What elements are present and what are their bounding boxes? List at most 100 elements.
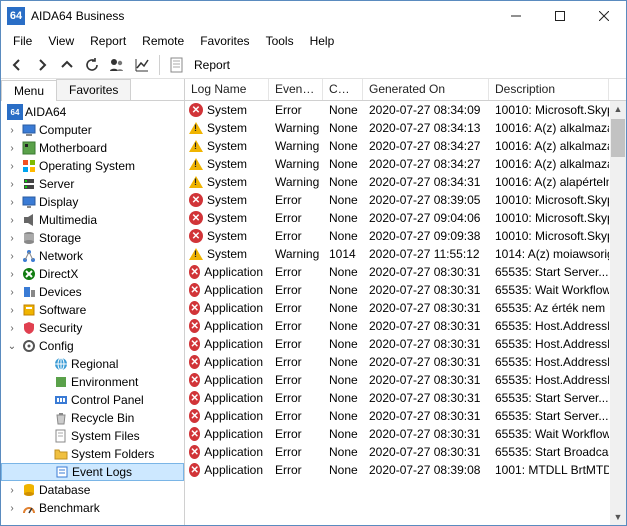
list-row[interactable]: ✕Application Error None 2020-07-27 08:30… [185, 353, 626, 371]
close-button[interactable] [582, 1, 626, 31]
tree-item-computer[interactable]: ›Computer [1, 121, 184, 139]
list-row[interactable]: ✕Application Error None 2020-07-27 08:30… [185, 317, 626, 335]
tree-item-display[interactable]: ›Display [1, 193, 184, 211]
menu-file[interactable]: File [5, 32, 40, 50]
scroll-up-icon[interactable]: ▲ [610, 101, 626, 117]
expand-icon[interactable]: › [5, 503, 19, 514]
cell-logname: ✕Application [185, 391, 269, 405]
expand-icon[interactable]: › [5, 323, 19, 334]
list-row[interactable]: System Warning None 2020-07-27 08:34:31 … [185, 173, 626, 191]
tree-item-database[interactable]: ›Database [1, 481, 184, 499]
menu-remote[interactable]: Remote [134, 32, 192, 50]
scroll-down-icon[interactable]: ▼ [610, 509, 626, 525]
tree-item-network[interactable]: ›Network [1, 247, 184, 265]
cell-event: Error [269, 211, 323, 225]
tree-item-directx[interactable]: ›DirectX [1, 265, 184, 283]
expand-icon[interactable]: › [5, 251, 19, 262]
list-row[interactable]: ✕Application Error None 2020-07-27 08:30… [185, 407, 626, 425]
list-row[interactable]: ✕Application Error None 2020-07-27 08:30… [185, 299, 626, 317]
tree-item-system-files[interactable]: System Files [1, 427, 184, 445]
tree-item-operating-system[interactable]: ›Operating System [1, 157, 184, 175]
expand-icon[interactable]: › [5, 161, 19, 172]
expand-icon[interactable]: › [5, 215, 19, 226]
cell-logname: ✕Application [185, 319, 269, 333]
list-row[interactable]: System Warning None 2020-07-27 08:34:27 … [185, 155, 626, 173]
scroll-thumb[interactable] [611, 119, 625, 157]
tree-item-label: Storage [39, 231, 81, 245]
tree-item-devices[interactable]: ›Devices [1, 283, 184, 301]
column-header-2[interactable]: Cat... [323, 79, 363, 100]
tree-root[interactable]: 64 AIDA64 [1, 103, 184, 121]
menu-view[interactable]: View [40, 32, 82, 50]
list-row[interactable]: ✕Application Error None 2020-07-27 08:30… [185, 425, 626, 443]
column-header-0[interactable]: Log Name [185, 79, 269, 100]
tree-item-system-folders[interactable]: System Folders [1, 445, 184, 463]
tree-item-server[interactable]: ›Server [1, 175, 184, 193]
tree-item-recycle-bin[interactable]: Recycle Bin [1, 409, 184, 427]
menu-help[interactable]: Help [302, 32, 343, 50]
tree-item-event-logs[interactable]: Event Logs [1, 463, 184, 481]
vertical-scrollbar[interactable]: ▲ ▼ [610, 101, 626, 525]
list-row[interactable]: System Warning 1014 2020-07-27 11:55:12 … [185, 245, 626, 263]
benchmark-icon [21, 500, 37, 516]
expand-icon[interactable]: › [5, 305, 19, 316]
column-header-3[interactable]: Generated On [363, 79, 489, 100]
list-row[interactable]: ✕Application Error None 2020-07-27 08:30… [185, 281, 626, 299]
column-header-1[interactable]: Event ... [269, 79, 323, 100]
tree-item-benchmark[interactable]: ›Benchmark [1, 499, 184, 517]
list-row[interactable]: ✕Application Error None 2020-07-27 08:30… [185, 389, 626, 407]
tab-menu[interactable]: Menu [1, 80, 57, 101]
tree-item-control-panel[interactable]: Control Panel [1, 391, 184, 409]
column-header-4[interactable]: Description [489, 79, 609, 100]
tree-item-storage[interactable]: › Storage [1, 229, 184, 247]
tree-item-software[interactable]: ›Software [1, 301, 184, 319]
menu-report[interactable]: Report [82, 32, 134, 50]
expand-icon[interactable]: › [5, 287, 19, 298]
tree-item-security[interactable]: ›Security [1, 319, 184, 337]
tree-item-environment[interactable]: Environment [1, 373, 184, 391]
list-row[interactable]: ✕Application Error None 2020-07-27 08:30… [185, 335, 626, 353]
list-row[interactable]: ✕System Error None 2020-07-27 09:04:06 1… [185, 209, 626, 227]
refresh-button[interactable] [80, 53, 104, 77]
expand-icon[interactable]: › [5, 197, 19, 208]
tree-item-regional[interactable]: Regional [1, 355, 184, 373]
list-row[interactable]: ✕Application Error None 2020-07-27 08:39… [185, 461, 626, 479]
minimize-button[interactable] [494, 1, 538, 31]
list-row[interactable]: ✕Application Error None 2020-07-27 08:30… [185, 371, 626, 389]
cell-logname: ✕Application [185, 409, 269, 423]
menu-favorites[interactable]: Favorites [192, 32, 257, 50]
graph-button[interactable] [130, 53, 154, 77]
list-row[interactable]: System Warning None 2020-07-27 08:34:27 … [185, 137, 626, 155]
tree-item-config[interactable]: ⌄ Config [1, 337, 184, 355]
expand-icon[interactable]: › [5, 143, 19, 154]
expand-icon[interactable]: › [5, 269, 19, 280]
back-button[interactable] [5, 53, 29, 77]
tree-item-motherboard[interactable]: ›Motherboard [1, 139, 184, 157]
maximize-button[interactable] [538, 1, 582, 31]
users-button[interactable] [105, 53, 129, 77]
tab-favorites[interactable]: Favorites [56, 79, 131, 100]
menu-tools[interactable]: Tools [258, 32, 302, 50]
cell-category: None [323, 301, 363, 315]
report-button[interactable] [165, 53, 189, 77]
list-row[interactable]: ✕Application Error None 2020-07-27 08:30… [185, 263, 626, 281]
list-row[interactable]: ✕System Error None 2020-07-27 09:09:38 1… [185, 227, 626, 245]
tree-item-multimedia[interactable]: ›Multimedia [1, 211, 184, 229]
cell-description: 10016: A(z) alkalmazá: [489, 157, 609, 171]
cell-category: None [323, 463, 363, 477]
expand-icon[interactable]: › [5, 233, 19, 244]
list-row[interactable]: ✕System Error None 2020-07-27 08:39:05 1… [185, 191, 626, 209]
cell-generated: 2020-07-27 11:55:12 [363, 247, 489, 261]
list-body[interactable]: ✕System Error None 2020-07-27 08:34:09 1… [185, 101, 626, 525]
list-row[interactable]: System Warning None 2020-07-27 08:34:13 … [185, 119, 626, 137]
list-row[interactable]: ✕System Error None 2020-07-27 08:34:09 1… [185, 101, 626, 119]
list-row[interactable]: ✕Application Error None 2020-07-27 08:30… [185, 443, 626, 461]
expand-icon[interactable]: › [5, 485, 19, 496]
collapse-icon[interactable]: ⌄ [5, 341, 19, 352]
expand-icon[interactable]: › [5, 125, 19, 136]
forward-button[interactable] [30, 53, 54, 77]
expand-icon[interactable]: › [5, 179, 19, 190]
up-button[interactable] [55, 53, 79, 77]
tree[interactable]: 64 AIDA64 ›Computer›Motherboard›Operatin… [1, 101, 184, 525]
users-icon [109, 58, 125, 72]
